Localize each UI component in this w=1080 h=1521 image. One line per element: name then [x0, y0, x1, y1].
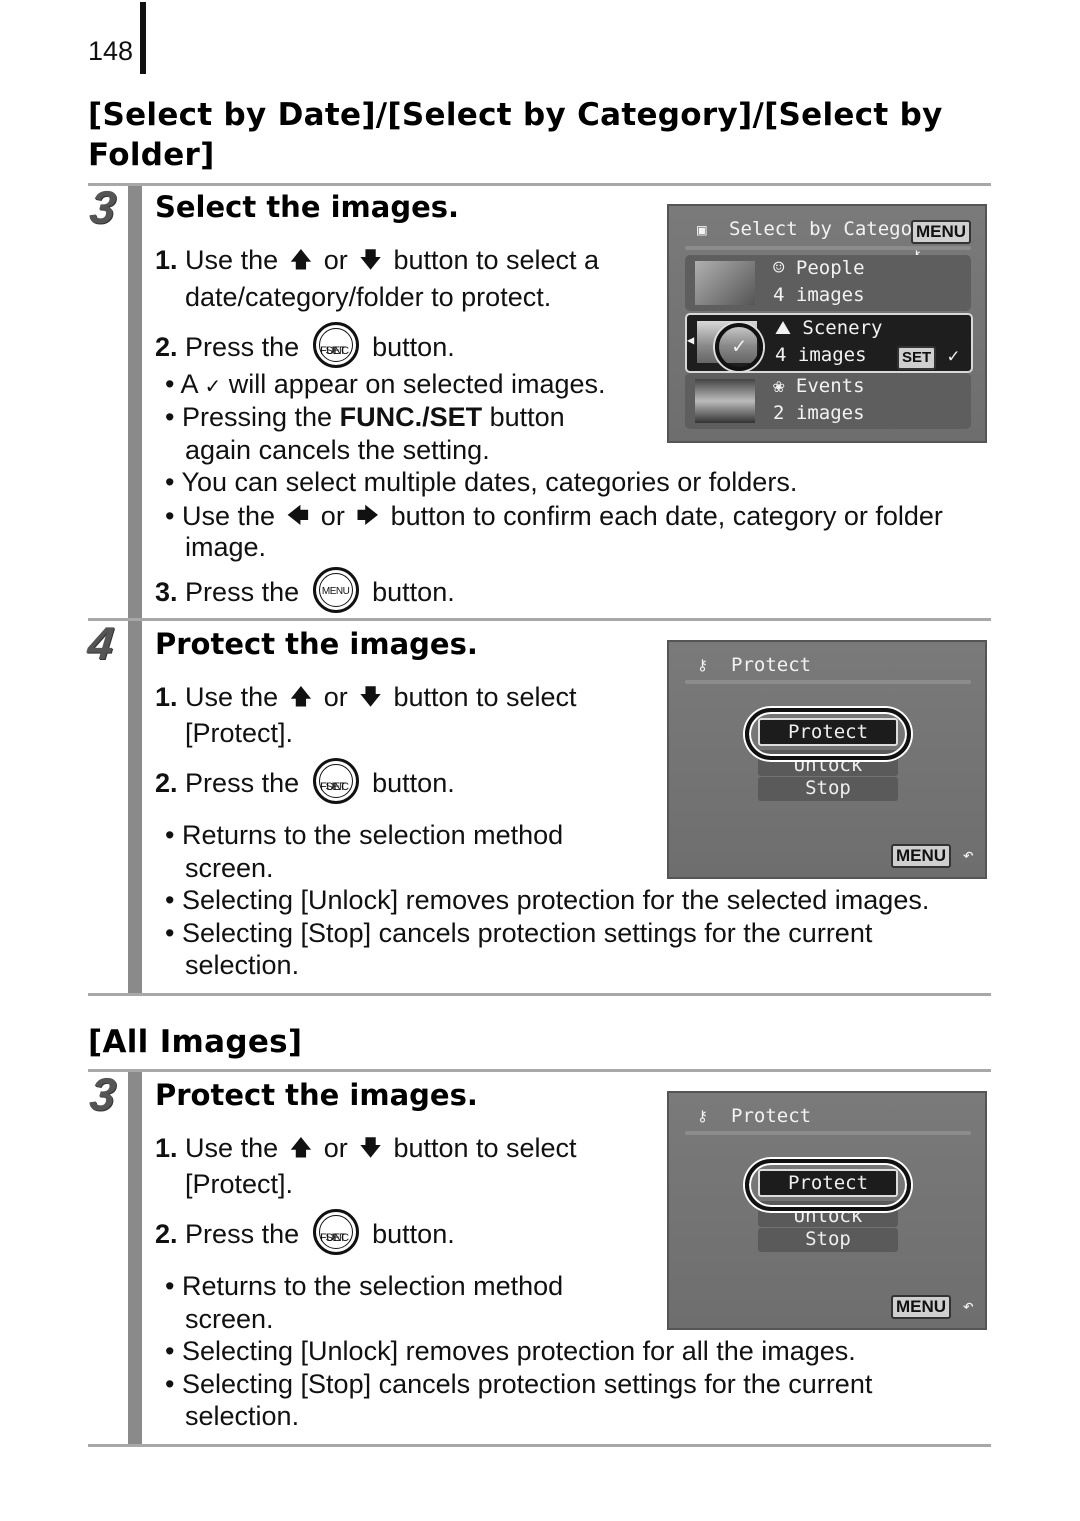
down-arrow-icon: 🡇: [359, 247, 382, 272]
bullet: • Selecting [Stop] cancels protection se…: [165, 1369, 873, 1399]
instruction-1: 1. Use the 🡅 or 🡇 button to select: [155, 682, 577, 712]
bullet: • A ✓ will appear on selected images.: [165, 369, 606, 399]
back-arrow-icon: ↶: [962, 1295, 974, 1317]
option-protect[interactable]: Protect: [758, 718, 898, 746]
func-set-button-icon: FUNC. SET: [312, 322, 359, 368]
scenery-icon: ⛰: [775, 317, 791, 339]
instruction-3: 3. Press the MENU button.: [155, 567, 455, 613]
step-title: Protect the images.: [155, 1078, 478, 1112]
down-arrow-icon: 🡇: [359, 1135, 382, 1160]
check-icon: ✓: [204, 376, 222, 398]
instruction-1-cont: [Protect].: [185, 718, 294, 748]
bullet: • Returns to the selection method: [165, 1271, 564, 1301]
instruction-1: 1. Use the 🡅 or 🡇 button to select a: [155, 245, 600, 275]
step-title: Protect the images.: [155, 627, 478, 661]
back-arrow-icon: ↶: [962, 844, 974, 866]
menu-badge: MENU: [891, 1295, 952, 1319]
section-title: [Select by Date]/[Select by Category]/[S…: [88, 95, 943, 175]
instruction-1: 1. Use the 🡅 or 🡇 button to select: [155, 1133, 577, 1163]
screen-divider: [685, 680, 971, 684]
camera-screen-protect-all: ⚷ Protect Stop Unlock Protect MENU ↶: [667, 1091, 987, 1330]
set-badge: SET: [897, 346, 937, 370]
camera-screen-select-by-category: ▣ Select by Category MENU ⚷ ☺ People 4 i…: [667, 204, 987, 443]
check-icon: ✓: [947, 345, 960, 367]
bullet-cont: again cancels the setting.: [185, 435, 490, 465]
instruction-1-cont: date/category/folder to protect.: [185, 282, 552, 312]
func-set-button-icon: FUNC. SET: [312, 758, 359, 804]
bullet-cont: image.: [185, 532, 267, 562]
menu-button-icon: MENU: [312, 567, 359, 613]
bullet: • Pressing the FUNC./SET button: [165, 402, 565, 432]
option-stop[interactable]: Stop: [758, 777, 898, 801]
step-bar: [128, 186, 142, 618]
thumbnail: [695, 261, 755, 305]
bullet: • Returns to the selection method: [165, 820, 564, 850]
bullet: • Selecting [Unlock] removes protection …: [165, 1336, 856, 1366]
category-row-people[interactable]: ☺ People 4 images: [685, 255, 971, 311]
bullet: • Selecting [Unlock] removes protection …: [165, 885, 930, 915]
up-arrow-icon: 🡅: [289, 247, 313, 272]
screen-header: Protect: [731, 1105, 812, 1127]
option-protect[interactable]: Protect: [758, 1169, 898, 1197]
menu-badge: MENU: [911, 220, 972, 244]
left-arrow-icon: 🡄: [286, 503, 310, 528]
step-bar: [128, 621, 142, 993]
people-icon: ☺: [773, 257, 785, 279]
category-icon: ▣: [697, 220, 707, 239]
bullet: • You can select multiple dates, categor…: [165, 467, 798, 497]
bullet: • Selecting [Stop] cancels protection se…: [165, 918, 873, 948]
divider: [88, 1444, 991, 1447]
screen-divider: [685, 1131, 971, 1135]
left-triangle-icon: ◀: [687, 333, 695, 347]
screen-header: Protect: [731, 654, 812, 676]
divider: [88, 993, 991, 996]
screen-divider: [685, 246, 971, 250]
divider: [88, 183, 991, 186]
category-row-scenery[interactable]: ✓ ◀ ⛰ Scenery 4 images SET ✓: [685, 313, 973, 373]
instruction-2: 2. Press the FUNC. SET button.: [155, 322, 455, 368]
step-number: 3: [87, 1068, 119, 1120]
step-bar: [128, 1072, 142, 1444]
key-icon: ⚷: [697, 656, 708, 674]
menu-badge: MENU: [891, 844, 952, 868]
step-title: Select the images.: [155, 190, 460, 224]
check-icon: ✓: [715, 323, 763, 371]
func-set-button-icon: FUNC. SET: [312, 1209, 359, 1255]
instruction-1-cont: [Protect].: [185, 1169, 294, 1199]
section-title-line2: Folder]: [88, 137, 215, 173]
category-row-events[interactable]: ❀ Events 2 images: [685, 373, 971, 429]
instruction-2: 2. Press the FUNC. SET button.: [155, 758, 455, 804]
bullet-cont: screen.: [185, 853, 274, 883]
thumbnail: [695, 379, 755, 423]
option-stop[interactable]: Stop: [758, 1228, 898, 1252]
bullet-cont: screen.: [185, 1304, 274, 1334]
section-title-line1: [Select by Date]/[Select by Category]/[S…: [88, 97, 943, 133]
down-arrow-icon: 🡇: [359, 684, 382, 709]
divider: [88, 1069, 991, 1072]
up-arrow-icon: 🡅: [289, 684, 313, 709]
up-arrow-icon: 🡅: [289, 1135, 313, 1160]
screen-header: Select by Category: [729, 218, 935, 240]
right-arrow-icon: 🡆: [356, 503, 380, 528]
bullet-cont: selection.: [185, 950, 300, 980]
section-title: [All Images]: [88, 1024, 303, 1060]
key-icon: ⚷: [697, 1107, 708, 1125]
camera-screen-protect: ⚷ Protect Stop Unlock Protect MENU ↶: [667, 640, 987, 879]
page-number: 148: [88, 36, 134, 66]
divider: [88, 618, 991, 621]
bullet-cont: selection.: [185, 1401, 300, 1431]
events-icon: ❀: [773, 375, 785, 397]
instruction-2: 2. Press the FUNC. SET button.: [155, 1209, 455, 1255]
step-number: 4: [85, 617, 117, 669]
bullet: • Use the 🡄 or 🡆 button to confirm each …: [165, 501, 943, 531]
page-number-bar: [140, 2, 146, 74]
step-number: 3: [87, 181, 119, 233]
